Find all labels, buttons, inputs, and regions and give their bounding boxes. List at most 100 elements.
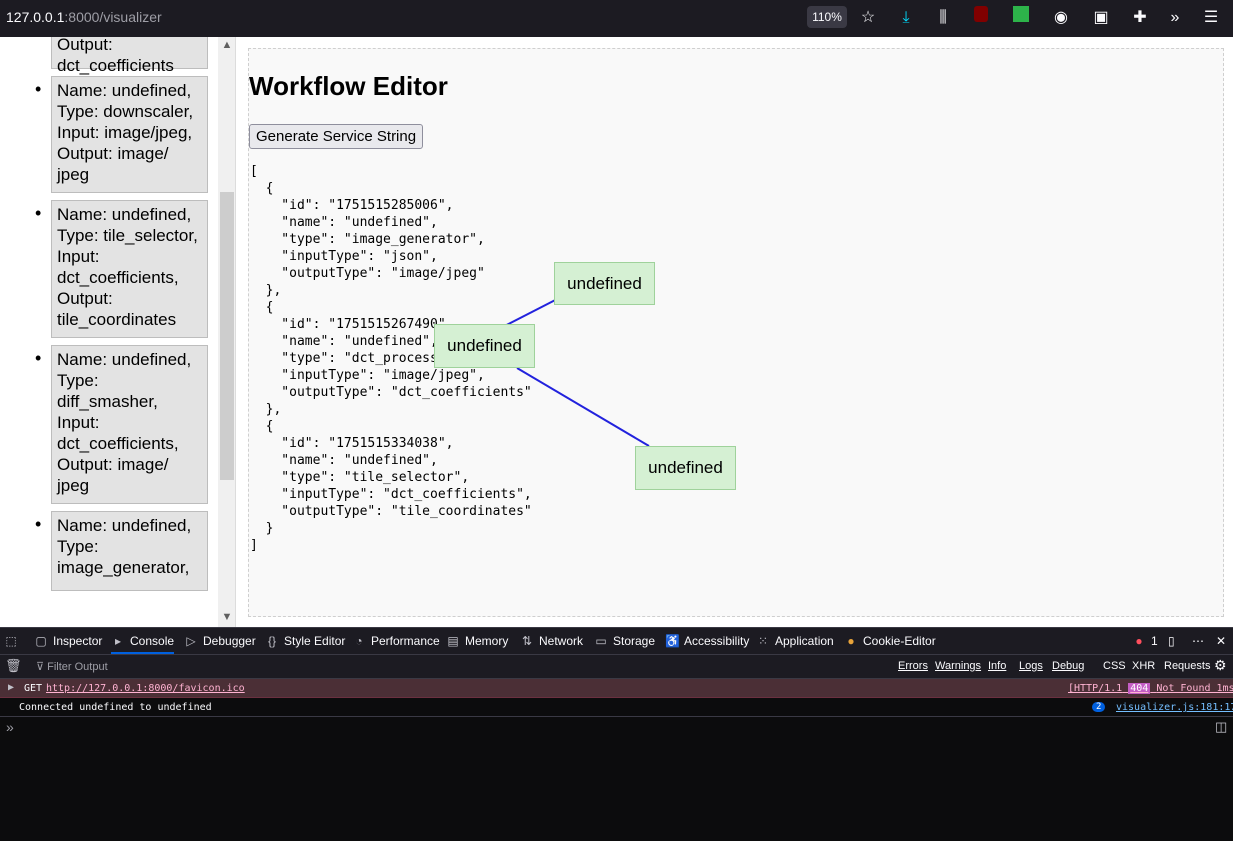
workflow-editor: Workflow Editor Generate Service String …	[248, 48, 1224, 617]
error-icon: ●	[1135, 634, 1143, 648]
inspector-icon: ▢	[35, 634, 47, 648]
tab-application[interactable]: ⁙ Application	[756, 634, 834, 648]
scrollbar-thumb[interactable]	[220, 192, 234, 480]
status-code-badge: 404	[1128, 683, 1151, 694]
accessibility-icon: ♿	[665, 634, 680, 648]
dock-side-icon[interactable]: ▯	[1168, 634, 1175, 648]
ublock-icon[interactable]	[969, 6, 993, 30]
filter-css[interactable]: CSS	[1103, 660, 1126, 672]
style-editor-icon: {}	[267, 634, 276, 648]
tab-label: Accessibility	[684, 634, 750, 648]
page-viewport: dct_processor, Input: image/jpeg, Output…	[0, 37, 1233, 627]
tab-console[interactable]: ▸ Console	[111, 634, 175, 654]
devtools-panel: ⬚ ▢ Inspector ▸ Console ▷ Debugger {} Style …	[0, 627, 1233, 841]
tab-label: Performance	[371, 634, 440, 648]
overflow-chevron-icon[interactable]: »	[1163, 6, 1187, 30]
service-list-item[interactable]: Name: undefined, Type: tile_selector, In…	[35, 200, 208, 338]
tab-style-editor[interactable]: {} Style Editor	[265, 634, 345, 648]
filter-debug[interactable]: Debug	[1052, 660, 1084, 672]
filter-xhr[interactable]: XHR	[1132, 660, 1155, 672]
console-log-row[interactable]: Connected undefined to undefined 2 visua…	[0, 698, 1233, 717]
generate-service-string-button[interactable]: Generate Service String	[249, 124, 424, 149]
tab-performance[interactable]: ◔ Performance	[352, 634, 440, 648]
scroll-down-icon[interactable]: ▼	[218, 611, 235, 627]
tab-label: Application	[775, 634, 834, 648]
sidebar-scrollbar[interactable]: ▲ ▼	[218, 37, 235, 627]
workflow-node[interactable]: undefined	[635, 446, 736, 490]
error-status[interactable]: [HTTP/1.1 404 Not Found 1ms]	[1068, 683, 1233, 694]
tab-label: Inspector	[53, 634, 103, 648]
cookie-icon: ●	[847, 634, 855, 648]
tab-inspector[interactable]: ▢ Inspector	[34, 634, 102, 648]
extension-face-icon[interactable]: ◉	[1049, 6, 1073, 30]
status-prefix: [HTTP/1.1	[1068, 683, 1123, 694]
service-item-text: Name: undefined, Type: image_generator,	[57, 516, 192, 577]
status-suffix: Not Found 1ms]	[1156, 683, 1233, 694]
console-input[interactable]: » ◫	[0, 717, 1233, 841]
filter-errors[interactable]: Errors	[898, 660, 928, 672]
application-grid-icon: ⁙	[757, 634, 769, 648]
workflow-node[interactable]: undefined	[554, 262, 655, 305]
filter-logs[interactable]: Logs	[1019, 660, 1043, 672]
tab-debugger[interactable]: ▷ Debugger	[184, 634, 256, 648]
log-message: Connected undefined to undefined	[19, 702, 212, 713]
trash-icon[interactable]: 🗑	[5, 658, 22, 674]
memory-icon: ▤	[447, 634, 459, 648]
page-title: Workflow Editor	[249, 71, 448, 101]
service-list-item[interactable]: dct_processor, Input: image/jpeg, Output…	[51, 37, 208, 75]
service-list-item[interactable]: Name: undefined, Type: diff_smasher, Inp…	[35, 345, 208, 504]
tab-cookie-editor[interactable]: ● Cookie-Editor	[844, 634, 935, 648]
workflow-node[interactable]: undefined	[434, 324, 535, 368]
debugger-icon: ▷	[186, 634, 196, 648]
service-list: dct_processor, Input: image/jpeg, Output…	[0, 37, 218, 598]
performance-icon: ◔	[355, 634, 363, 648]
library-icon[interactable]: ⫼	[931, 6, 955, 30]
console-error-row[interactable]: ▶ GET http://127.0.0.1:8000/favicon.ico …	[0, 679, 1233, 698]
service-list-item[interactable]: Name: undefined, Type: image_generator,	[35, 511, 208, 591]
console-filter-bar: 🗑 ⊽ Filter Output Errors Warnings Info L…	[0, 655, 1233, 679]
network-icon: ⇅	[521, 634, 533, 648]
devtools-tabbar: ⬚ ▢ Inspector ▸ Console ▷ Debugger {} Style …	[0, 627, 1233, 655]
service-item-text: Name: undefined, Type: diff_smasher, Inp…	[57, 350, 192, 495]
tab-memory[interactable]: ▤ Memory	[446, 634, 508, 648]
filter-output-input[interactable]: ⊽ Filter Output	[36, 660, 108, 673]
connection-line	[516, 367, 650, 447]
error-count-badge[interactable]: ● 1	[1132, 634, 1157, 648]
tab-label: Network	[539, 634, 584, 648]
expand-arrow-icon[interactable]: ▶	[8, 682, 14, 693]
downloads-icon[interactable]: ⤓	[894, 6, 918, 30]
split-console-icon[interactable]: ◫	[1215, 719, 1227, 735]
filter-info[interactable]: Info	[988, 660, 1006, 672]
more-options-icon[interactable]: ⋯	[1192, 634, 1204, 648]
url-host: 127.0.0.1	[6, 9, 65, 25]
tab-label: Debugger	[203, 634, 256, 648]
extension-window-icon[interactable]: ▣	[1089, 6, 1113, 30]
url-path: :8000/visualizer	[64, 9, 162, 25]
filter-icon: ⊽	[36, 661, 45, 673]
tab-label: Memory	[465, 634, 509, 648]
extension-green-icon[interactable]	[1009, 6, 1033, 30]
menu-hamburger-icon[interactable]: ☰	[1199, 6, 1223, 30]
tab-network[interactable]: ⇅ Network	[520, 634, 583, 648]
browser-toolbar: 127.0.0.1:8000/visualizer 110% ☆ ⤓ ⫼ ◉ ▣…	[0, 0, 1233, 37]
bookmark-star-icon[interactable]: ☆	[856, 6, 880, 30]
tab-label: Console	[130, 634, 175, 648]
zoom-level-button[interactable]: 110%	[807, 6, 847, 28]
pick-element-icon[interactable]: ⬚	[4, 634, 23, 648]
console-icon: ▸	[114, 634, 122, 648]
console-settings-gear-icon[interactable]: ⚙	[1214, 657, 1227, 674]
address-bar[interactable]: 127.0.0.1:8000/visualizer	[6, 9, 162, 25]
error-url-link[interactable]: http://127.0.0.1:8000/favicon.ico	[46, 683, 245, 694]
log-source-link[interactable]: visualizer.js:181:17	[1116, 702, 1233, 713]
scroll-up-icon[interactable]: ▲	[218, 39, 235, 55]
storage-icon: ▭	[595, 634, 607, 648]
service-list-item[interactable]: Name: undefined, Type: downscaler, Input…	[35, 76, 208, 193]
service-item-text: Name: undefined, Type: tile_selector, In…	[57, 205, 198, 329]
tab-accessibility[interactable]: ♿ Accessibility	[665, 634, 749, 648]
service-item-text: Name: undefined, Type: downscaler, Input…	[57, 81, 194, 184]
filter-requests[interactable]: Requests	[1164, 660, 1210, 672]
tab-storage[interactable]: ▭ Storage	[594, 634, 655, 648]
extensions-puzzle-icon[interactable]: ✚	[1128, 6, 1152, 30]
close-devtools-icon[interactable]: ✕	[1216, 634, 1226, 648]
filter-warnings[interactable]: Warnings	[935, 660, 981, 672]
